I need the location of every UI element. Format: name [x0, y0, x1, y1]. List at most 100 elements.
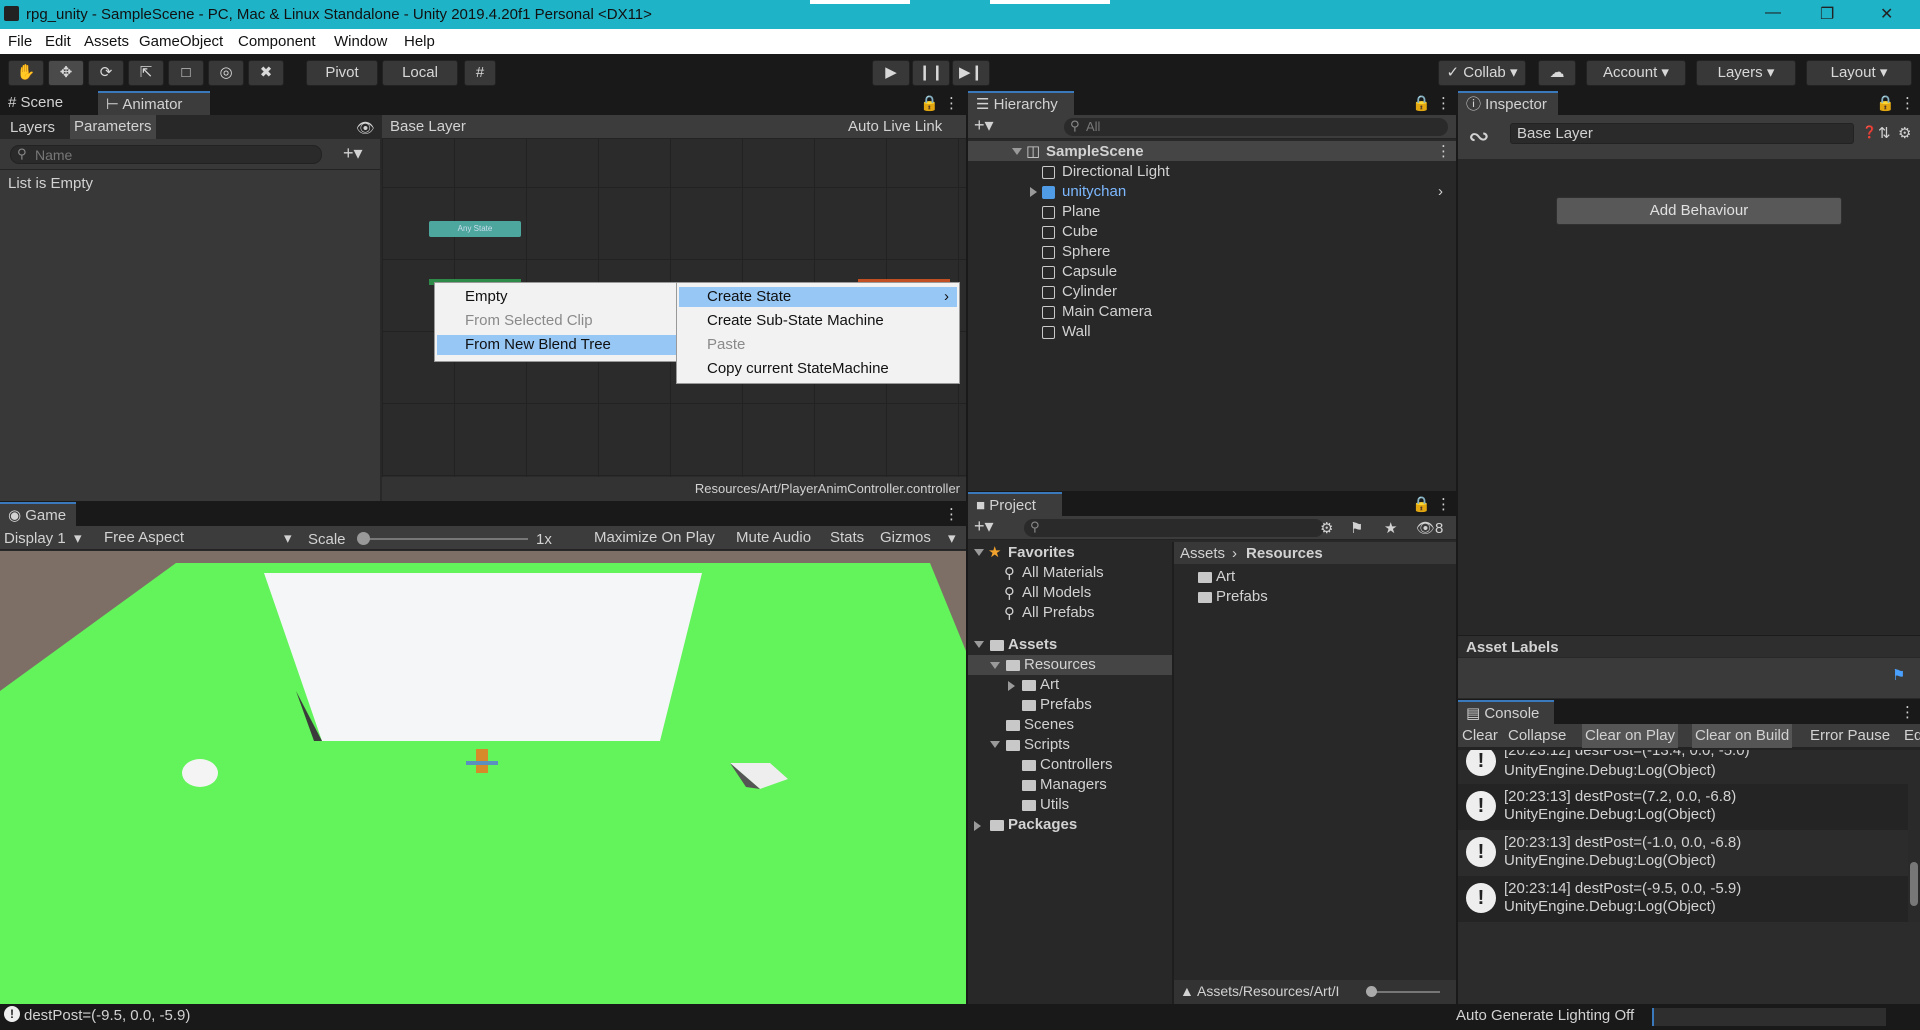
tree-item-resources[interactable]: Resources: [968, 655, 1172, 675]
crumb-assets[interactable]: Assets: [1180, 545, 1225, 562]
log-entry[interactable]: ! [20:23:14] destPost=(-9.5, 0.0, -5.9) …: [1458, 876, 1908, 922]
tab-project[interactable]: ■ Project: [968, 492, 1062, 516]
list-item[interactable]: Main Camera: [968, 302, 1456, 322]
search-by-type-icon[interactable]: ⚙: [1320, 519, 1333, 537]
grid-snap-icon[interactable]: #: [464, 60, 496, 86]
menu-help[interactable]: Help: [404, 33, 435, 50]
expand-arrow-icon[interactable]: [990, 741, 1000, 748]
menu-assets[interactable]: Assets: [84, 33, 129, 50]
tree-item-label[interactable]: Scripts: [1024, 736, 1070, 753]
menu-item-create-state[interactable]: Create State ›: [679, 287, 957, 307]
icon-size-slider-handle[interactable]: [1366, 986, 1377, 997]
transform-tool-icon[interactable]: ◎: [208, 60, 244, 86]
custom-tool-icon[interactable]: ✖: [248, 60, 284, 86]
tree-item-label[interactable]: Art: [1040, 676, 1059, 693]
move-tool-icon[interactable]: ✥: [48, 60, 84, 86]
scene-menu-icon[interactable]: ⋮: [1436, 142, 1451, 160]
menu-edit[interactable]: Edit: [45, 33, 71, 50]
status-message[interactable]: destPost=(-9.5, 0.0, -5.9): [24, 1007, 190, 1024]
error-pause-toggle[interactable]: Error Pause: [1810, 727, 1890, 744]
log-entry[interactable]: ! [20:23:13] destPost=(-1.0, 0.0, -6.8) …: [1458, 830, 1908, 876]
list-item[interactable]: Sphere: [968, 242, 1456, 262]
scene-row[interactable]: ◫ SampleScene ⋮: [968, 141, 1456, 161]
clear-on-play-toggle[interactable]: Clear on Play: [1582, 724, 1679, 748]
packages-header[interactable]: Packages: [1008, 816, 1077, 833]
log-entry[interactable]: ! [20:23:13] destPost=(7.2, 0.0, -6.8) U…: [1458, 784, 1908, 830]
eye-icon[interactable]: 👁: [356, 119, 375, 137]
favorite-star-icon[interactable]: ★: [1384, 519, 1397, 537]
pivot-button[interactable]: Pivot: [306, 60, 378, 86]
favorites-header[interactable]: Favorites: [1008, 544, 1075, 561]
project-search-input[interactable]: ⚲: [1024, 519, 1324, 537]
clear-button[interactable]: Clear: [1462, 727, 1498, 744]
list-item[interactable]: Plane: [968, 202, 1456, 222]
tab-inspector[interactable]: ⓘ Inspector: [1458, 91, 1558, 115]
expand-arrow-icon[interactable]: [974, 821, 981, 831]
lock-icon[interactable]: 🔒: [1412, 495, 1431, 513]
file-item[interactable]: Art: [1216, 568, 1235, 585]
play-button-icon[interactable]: ▶: [872, 60, 910, 86]
preset-icon[interactable]: ⇅: [1878, 124, 1891, 142]
list-item[interactable]: unitychan ›: [968, 182, 1456, 202]
layers-dropdown[interactable]: Layers ▾: [1696, 60, 1796, 86]
help-icon[interactable]: ❓: [1862, 125, 1877, 139]
tree-item-label[interactable]: Controllers: [1040, 756, 1113, 773]
layout-dropdown[interactable]: Layout ▾: [1806, 60, 1912, 86]
kebab-menu-icon[interactable]: ⋮: [1436, 94, 1451, 112]
auto-live-link-button[interactable]: Auto Live Link: [848, 118, 942, 135]
display-dropdown[interactable]: Display 1 ▾: [4, 529, 82, 547]
menu-file[interactable]: File: [8, 33, 32, 50]
account-dropdown[interactable]: Account ▾: [1586, 60, 1686, 86]
list-item[interactable]: Wall: [968, 322, 1456, 342]
search-by-label-icon[interactable]: ⚑: [1350, 519, 1363, 537]
add-behaviour-button[interactable]: Add Behaviour: [1556, 197, 1842, 225]
editor-dropdown[interactable]: Ed: [1904, 727, 1920, 744]
menu-item-copy-state-machine[interactable]: Copy current StateMachine: [679, 359, 957, 379]
console-scrollbar[interactable]: [1908, 750, 1920, 922]
scale-slider[interactable]: [362, 538, 528, 540]
hand-tool-icon[interactable]: ✋: [8, 60, 44, 86]
label-tag-icon[interactable]: ⚑: [1892, 666, 1905, 684]
menu-item-empty[interactable]: Empty: [437, 287, 677, 307]
tab-scene[interactable]: # Scene: [0, 91, 96, 115]
kebab-menu-icon[interactable]: ⋮: [1900, 703, 1915, 721]
kebab-menu-icon[interactable]: ⋮: [1900, 94, 1915, 112]
add-parameter-button[interactable]: +▾: [343, 143, 363, 164]
maximize-on-play-toggle[interactable]: Maximize On Play: [594, 529, 715, 546]
gear-icon[interactable]: ⚙: [1898, 124, 1911, 142]
favorite-item[interactable]: All Models: [1022, 584, 1091, 601]
minimize-icon[interactable]: —: [1765, 4, 1781, 22]
gizmos-arrow-icon[interactable]: ▾: [948, 529, 956, 547]
scale-tool-icon[interactable]: ⇱: [128, 60, 164, 86]
crumb-resources[interactable]: Resources: [1246, 545, 1323, 562]
tab-layers[interactable]: Layers: [10, 119, 55, 136]
tab-game[interactable]: ◉ Game: [0, 502, 76, 526]
parameter-search-input[interactable]: ⚲ Name: [10, 145, 322, 164]
menu-item-from-new-blend-tree[interactable]: From New Blend Tree: [437, 335, 677, 355]
kebab-menu-icon[interactable]: ⋮: [944, 94, 959, 112]
icon-size-slider[interactable]: [1370, 991, 1440, 993]
rotate-tool-icon[interactable]: ⟳: [88, 60, 124, 86]
hierarchy-search-input[interactable]: ⚲ All: [1064, 118, 1448, 136]
menu-window[interactable]: Window: [334, 33, 387, 50]
lock-icon[interactable]: 🔒: [1412, 94, 1431, 112]
create-asset-button[interactable]: +▾: [974, 516, 994, 537]
scale-slider-handle[interactable]: [357, 532, 370, 545]
tree-item-label[interactable]: Scenes: [1024, 716, 1074, 733]
gizmos-dropdown[interactable]: Gizmos: [880, 529, 931, 546]
scrollbar-thumb[interactable]: [1910, 862, 1918, 906]
expand-arrow-icon[interactable]: [1012, 148, 1022, 155]
any-state-node[interactable]: Any State: [429, 221, 521, 237]
name-field[interactable]: Base Layer: [1510, 123, 1854, 144]
log-entry[interactable]: ! [20:23:12] destPost=(-13.4, 0.0, -5.0)…: [1458, 750, 1908, 784]
restore-icon[interactable]: ❐: [1820, 4, 1834, 24]
lock-icon[interactable]: 🔒: [1876, 94, 1895, 112]
lock-icon[interactable]: 🔒: [920, 94, 939, 112]
clear-on-build-toggle[interactable]: Clear on Build: [1692, 724, 1793, 748]
kebab-menu-icon[interactable]: ⋮: [1436, 495, 1451, 513]
local-button[interactable]: Local: [382, 60, 458, 86]
hidden-packages-icon[interactable]: 👁8: [1416, 519, 1443, 537]
menu-item-from-selected-clip[interactable]: From Selected Clip: [437, 311, 677, 331]
list-item[interactable]: Directional Light: [968, 162, 1456, 182]
tab-console[interactable]: ▤ Console: [1458, 700, 1554, 724]
